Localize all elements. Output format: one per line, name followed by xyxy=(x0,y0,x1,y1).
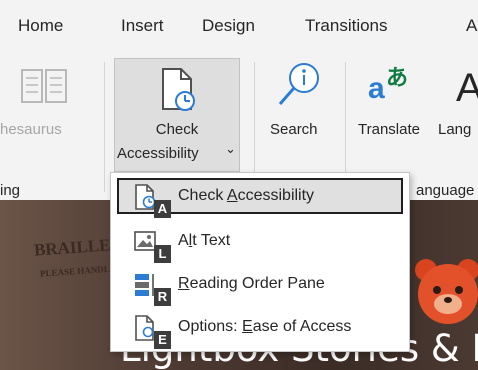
check-accessibility-icon xyxy=(162,68,195,111)
keytip-badge: R xyxy=(154,288,171,306)
translate-button[interactable]: a あ Translate xyxy=(354,58,438,158)
tab-design[interactable]: Design xyxy=(202,16,255,36)
tab-transitions[interactable]: Transitions xyxy=(305,16,388,36)
group-label-proofing: ing xyxy=(0,182,21,199)
thesaurus-icon xyxy=(21,69,67,103)
tab-home[interactable]: Home xyxy=(18,16,63,36)
ribbon-tab-bar: Home Insert Design Transitions A xyxy=(0,0,478,50)
chevron-down-icon: ⌄ xyxy=(225,141,236,156)
tab-animations-partial[interactable]: A xyxy=(466,16,477,36)
teddy-bear-image xyxy=(415,259,478,324)
thesaurus-label: hesaurus xyxy=(0,121,62,138)
translate-icon: a あ xyxy=(368,66,409,105)
search-label: Search xyxy=(270,121,318,138)
group-label-language: anguage xyxy=(416,182,475,199)
menu-item-label: Reading Order Pane xyxy=(178,275,325,292)
check-accessibility-button[interactable]: Check Accessibility ⌄ xyxy=(114,58,240,172)
keytip-badge: E xyxy=(154,331,171,349)
language-button[interactable]: A Lang xyxy=(438,58,478,158)
check-label-line2: Accessibility xyxy=(117,145,199,162)
search-button[interactable]: Search xyxy=(262,58,338,158)
menu-item-alt-text[interactable]: L Alt Text xyxy=(117,223,403,263)
language-label: Lang xyxy=(438,121,472,138)
language-icon: A xyxy=(456,66,478,110)
menu-item-ease-of-access-options[interactable]: E Options: Ease of Access xyxy=(117,309,403,349)
thesaurus-button[interactable]: hesaurus xyxy=(0,58,100,158)
translate-label: Translate xyxy=(358,121,420,138)
keytip-badge: A xyxy=(154,200,171,218)
search-icon xyxy=(278,63,319,105)
keytip-badge: L xyxy=(154,245,171,263)
check-accessibility-menu: A Check Accessibility L Alt Text R Readi… xyxy=(110,172,410,352)
menu-item-label: Options: Ease of Access xyxy=(178,318,352,335)
tab-insert[interactable]: Insert xyxy=(121,16,164,36)
menu-item-label: Check Accessibility xyxy=(178,187,315,204)
group-divider xyxy=(104,62,105,192)
check-label-line1: Check xyxy=(155,121,199,138)
menu-item-label: Alt Text xyxy=(178,232,231,249)
menu-item-check-accessibility[interactable]: A Check Accessibility xyxy=(117,178,403,218)
menu-item-reading-order-pane[interactable]: R Reading Order Pane xyxy=(117,266,403,306)
